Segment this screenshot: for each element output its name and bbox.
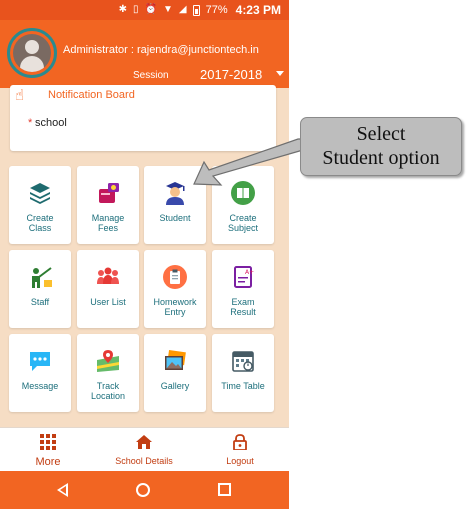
session-dropdown[interactable]: 2017-2018 — [200, 67, 262, 82]
bottom-nav: More School Details Logout — [0, 427, 289, 471]
exam-icon: A+ — [234, 266, 254, 288]
hand-pointer-icon: ☝ — [15, 87, 25, 104]
home-circle-icon[interactable] — [136, 483, 150, 497]
tile-user-list[interactable]: User List — [77, 250, 139, 328]
tile-message[interactable]: Message — [9, 334, 71, 412]
wifi-icon: ▼ — [163, 4, 173, 15]
book-icon — [231, 181, 255, 205]
caret-down-icon[interactable] — [276, 71, 284, 76]
lock-icon — [233, 434, 247, 450]
bluetooth-icon: ✱ — [118, 4, 128, 15]
tile-exam-result[interactable]: A+ Exam Result — [212, 250, 274, 328]
instruction-callout: Select Student option — [300, 117, 462, 176]
tile-label: Student — [159, 213, 191, 223]
tile-create-subject[interactable]: Create Subject — [212, 166, 274, 244]
nav-school-details-label: School Details — [115, 456, 173, 466]
clock: 4:23 PM — [235, 3, 281, 17]
tile-gallery[interactable]: Gallery — [144, 334, 206, 412]
nav-more-label: More — [35, 456, 61, 468]
tile-manage-fees[interactable]: Manage Fees — [77, 166, 139, 244]
alarm-icon: ⏰ — [144, 4, 157, 15]
phone-screen: ✱ ▯ ⏰ ▼ ◢ 77% 4:23 PM Administrator : ra… — [0, 0, 289, 509]
callout-line-2: Student option — [322, 147, 440, 169]
user-icon — [13, 34, 51, 72]
nav-more[interactable]: More — [20, 428, 76, 472]
teacher-icon — [32, 267, 52, 288]
tile-label: User List — [90, 297, 126, 307]
recent-apps-icon[interactable] — [218, 483, 231, 496]
calendar-icon — [232, 351, 254, 372]
nav-logout[interactable]: Logout — [212, 428, 268, 472]
vibrate-icon: ▯ — [133, 4, 139, 15]
session-label: Session — [133, 70, 169, 81]
callout-line-1: Select — [356, 123, 406, 145]
notification-item[interactable]: school — [35, 117, 67, 129]
admin-label: Administrator : rajendra@junctiontech.in — [63, 44, 259, 56]
status-bar: ✱ ▯ ⏰ ▼ ◢ 77% 4:23 PM — [0, 0, 289, 20]
bullet-icon: * — [28, 117, 33, 129]
tile-label: Exam Result — [230, 297, 256, 317]
nav-school-details[interactable]: School Details — [104, 428, 184, 472]
signal-icon: ◢ — [178, 4, 187, 15]
tile-label: Homework Entry — [153, 297, 197, 317]
battery-level: 77% — [205, 4, 228, 16]
tile-label: Time Table — [221, 381, 265, 391]
avatar[interactable] — [7, 28, 57, 78]
system-nav-bar — [0, 471, 289, 509]
clipboard-icon — [163, 265, 187, 289]
tile-label: Message — [21, 381, 59, 391]
notification-board: ☝ Notification Board * school — [10, 85, 276, 151]
tile-staff[interactable]: Staff — [9, 250, 71, 328]
map-icon — [97, 350, 119, 372]
fees-icon — [99, 183, 119, 203]
tile-label: Gallery — [160, 381, 190, 391]
tile-label: Staff — [30, 297, 50, 307]
tile-label: Create Subject — [227, 213, 259, 233]
app-header: Administrator : rajendra@junctiontech.in… — [0, 20, 289, 88]
back-icon[interactable] — [57, 483, 68, 497]
nav-logout-label: Logout — [226, 456, 254, 466]
tile-label: Track Location — [90, 381, 126, 401]
student-icon — [166, 182, 185, 205]
grid-icon — [40, 434, 56, 450]
users-icon — [97, 267, 119, 284]
svg-text:A+: A+ — [245, 269, 254, 276]
layers-icon — [30, 183, 50, 204]
tile-time-table[interactable]: Time Table — [212, 334, 274, 412]
tile-track-location[interactable]: Track Location — [77, 334, 139, 412]
tile-create-class[interactable]: Create Class — [9, 166, 71, 244]
tile-label: Create Class — [26, 213, 54, 233]
battery-icon — [192, 4, 200, 16]
notification-board-title: Notification Board — [48, 89, 135, 101]
tile-homework-entry[interactable]: Homework Entry — [144, 250, 206, 328]
tile-label: Manage Fees — [91, 213, 125, 233]
tile-student[interactable]: Student — [144, 166, 206, 244]
gallery-icon — [165, 349, 186, 370]
home-icon — [136, 435, 152, 449]
chat-icon — [30, 352, 50, 371]
